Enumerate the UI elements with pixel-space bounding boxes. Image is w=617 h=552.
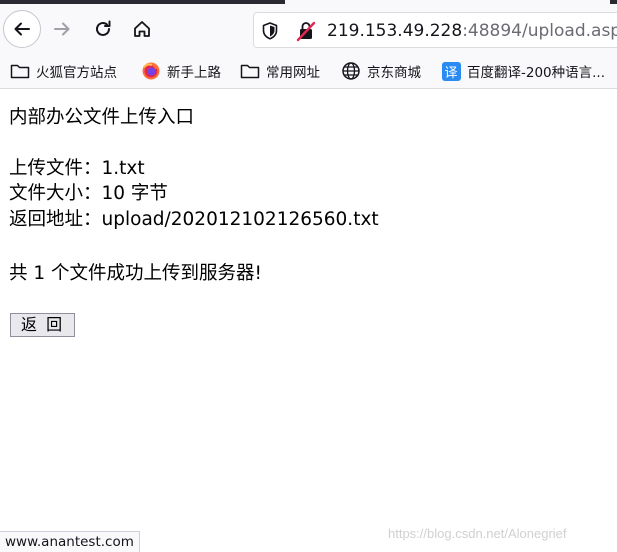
home-button[interactable] <box>125 12 159 46</box>
status-link-preview: www.anantest.com <box>0 531 140 552</box>
url-path: :48894/upload.asp <box>462 21 617 41</box>
back-button-page[interactable]: 返 回 <box>10 313 76 337</box>
field-value: upload/202012102126560.txt <box>101 209 379 230</box>
url-bar[interactable]: 219.153.49.228:48894/upload.asp <box>253 12 617 48</box>
bookmark-common-sites[interactable]: 常用网址 <box>239 60 320 82</box>
fanyi-icon: 译 <box>441 61 461 81</box>
forward-arrow-icon <box>54 22 70 36</box>
bookmark-jd-mall[interactable]: 京东商城 <box>340 60 421 82</box>
folder-icon <box>239 60 261 82</box>
bookmark-label: 火狐官方站点 <box>36 65 117 81</box>
folder-icon <box>9 60 31 82</box>
field-label: 上传文件： <box>9 158 102 179</box>
bookmark-label: 新手上路 <box>167 65 221 81</box>
bookmark-label: 京东商城 <box>367 65 421 81</box>
back-button[interactable] <box>3 10 41 48</box>
globe-icon <box>340 60 362 82</box>
shield-icon[interactable] <box>261 21 279 45</box>
back-arrow-icon <box>14 22 30 36</box>
navigation-toolbar: 219.153.49.228:48894/upload.asp <box>0 4 617 54</box>
page-title: 内部办公文件上传入口 <box>9 107 195 128</box>
field-label: 返回地址： <box>9 209 102 230</box>
bookmark-firefox-official[interactable]: 火狐官方站点 <box>9 60 117 82</box>
reload-icon <box>96 20 111 36</box>
url-text[interactable]: 219.153.49.228:48894/upload.asp <box>327 21 617 41</box>
upload-summary: 共 1 个文件成功上传到服务器! <box>9 263 262 284</box>
bookmark-label: 百度翻译-200种语言... <box>467 65 606 81</box>
return-address-row: 返回地址：upload/202012102126560.txt <box>9 207 379 232</box>
field-value: 10 字节 <box>101 183 168 204</box>
fanyi-icon-wrap: 译 <box>440 60 462 82</box>
bookmark-getting-started[interactable]: 新手上路 <box>140 60 221 82</box>
bookmarks-toolbar: 火狐官方站点 新手上路 常用网址 京东商城 译 百度翻译-200种语言... <box>0 54 617 89</box>
forward-button[interactable] <box>45 12 79 46</box>
file-size-row: 文件大小：10 字节 <box>9 181 168 206</box>
watermark: https://blog.csdn.net/Alonegrief <box>388 526 567 541</box>
home-icon <box>134 21 150 37</box>
url-host: 219.153.49.228 <box>327 21 463 41</box>
bookmark-label: 常用网址 <box>266 65 320 81</box>
field-value: 1.txt <box>101 158 145 179</box>
field-label: 文件大小： <box>9 183 102 204</box>
bookmark-baidu-fanyi[interactable]: 译 百度翻译-200种语言... <box>440 60 605 82</box>
insecure-lock-icon[interactable] <box>296 20 316 46</box>
reload-button[interactable] <box>86 12 120 46</box>
firefox-icon <box>140 60 162 82</box>
upload-file-row: 上传文件：1.txt <box>9 156 145 181</box>
